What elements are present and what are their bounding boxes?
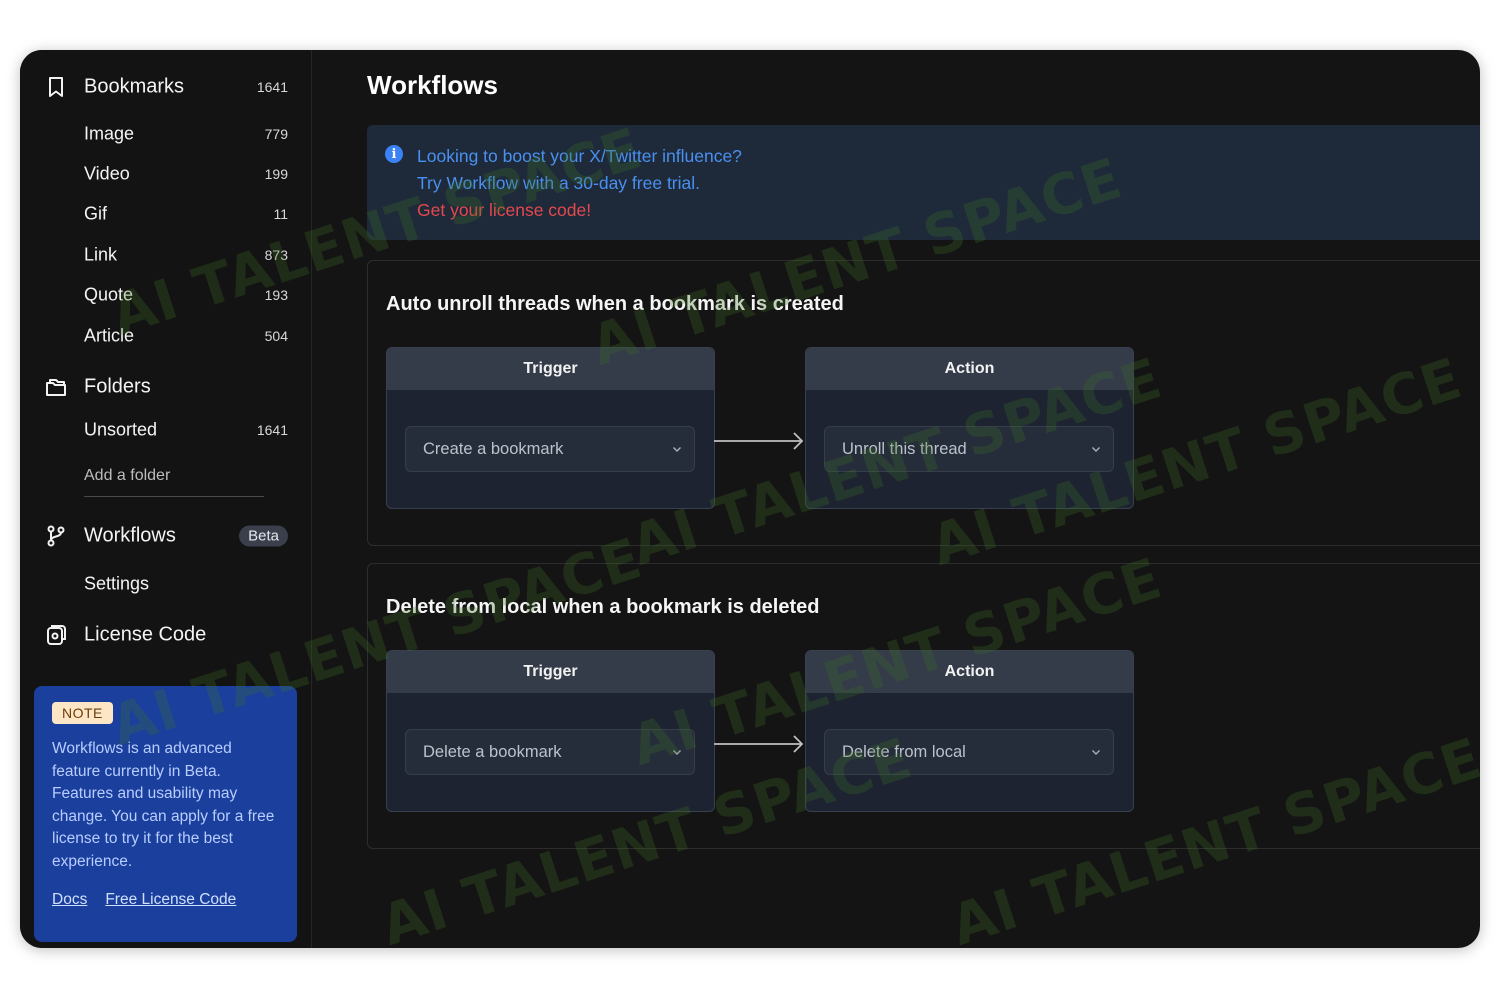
item-count: 873 [264, 247, 288, 263]
add-folder-button[interactable]: Add a folder [20, 458, 312, 494]
free-license-link[interactable]: Free License Code [105, 891, 236, 909]
add-folder-label: Add a folder [84, 467, 171, 484]
sidebar-item-unsorted[interactable]: Unsorted 1641 [20, 412, 312, 448]
note-badge: NOTE [52, 702, 113, 724]
item-count: 779 [264, 126, 288, 142]
sidebar-item-label: Workflows [84, 524, 176, 547]
docs-link[interactable]: Docs [52, 891, 87, 909]
bookmark-icon [44, 75, 68, 99]
action-box: Action Delete from local [805, 650, 1134, 812]
select-value: Delete a bookmark [423, 742, 562, 761]
sidebar-item-workflows[interactable]: Workflows Beta [20, 518, 312, 554]
action-select[interactable]: Unroll this thread [824, 426, 1114, 472]
trigger-header: Trigger [387, 348, 714, 390]
page-title: Workflows [367, 70, 498, 100]
item-count: 1641 [256, 422, 288, 438]
sidebar-item-label: License Code [84, 623, 207, 646]
license-code-link[interactable]: Get your license code! [417, 200, 591, 221]
main-content: Workflows i Looking to boost your X/Twit… [313, 50, 1480, 948]
item-count: 199 [264, 166, 288, 182]
sidebar-item-label: Gif [84, 203, 108, 224]
license-icon [44, 623, 68, 647]
trigger-box: Trigger Create a bookmark [386, 347, 715, 509]
arrow-right-icon [714, 432, 804, 450]
sidebar-item-license-code[interactable]: License Code [20, 617, 312, 653]
action-header: Action [806, 348, 1133, 390]
sidebar-item-settings[interactable]: Settings [20, 566, 312, 602]
git-branch-icon [44, 524, 68, 548]
sidebar-item-folders[interactable]: Folders [20, 369, 312, 405]
sidebar-item-gif[interactable]: Gif 11 [20, 196, 312, 232]
select-value: Unroll this thread [842, 439, 967, 458]
sidebar-item-quote[interactable]: Quote 193 [20, 277, 312, 313]
sidebar-item-label: Article [84, 325, 135, 346]
sidebar-item-label: Image [84, 123, 135, 144]
action-header: Action [806, 651, 1133, 693]
note-links: Docs Free License Code [52, 891, 279, 909]
workflow-card: Auto unroll threads when a bookmark is c… [367, 260, 1480, 546]
info-banner: i Looking to boost your X/Twitter influe… [367, 125, 1480, 240]
item-count: 11 [273, 206, 288, 222]
folders-icon [44, 375, 68, 399]
sidebar-item-image[interactable]: Image 779 [20, 116, 312, 152]
chevron-down-icon [1092, 750, 1100, 755]
sidebar-item-bookmarks[interactable]: Bookmarks 1641 [20, 69, 312, 105]
sidebar-item-link[interactable]: Link 873 [20, 237, 312, 273]
sidebar-item-video[interactable]: Video 199 [20, 156, 312, 192]
note-text: Workflows is an advanced feature current… [52, 740, 275, 870]
banner-line: Looking to boost your X/Twitter influenc… [417, 146, 742, 166]
beta-badge: Beta [239, 525, 288, 547]
trigger-header: Trigger [387, 651, 714, 693]
arrow-right-icon [714, 735, 804, 753]
item-count: 1641 [256, 79, 288, 95]
select-value: Create a bookmark [423, 439, 564, 458]
action-select[interactable]: Delete from local [824, 729, 1114, 775]
sidebar-item-label: Quote [84, 284, 134, 305]
action-box: Action Unroll this thread [805, 347, 1134, 509]
sidebar-item-label: Unsorted [84, 419, 158, 440]
app-window: Bookmarks 1641 Image 779 Video 199 Gif 1… [20, 50, 1480, 948]
item-count: 504 [264, 328, 288, 344]
sidebar: Bookmarks 1641 Image 779 Video 199 Gif 1… [20, 50, 312, 948]
workflow-card: Delete from local when a bookmark is del… [367, 563, 1480, 849]
workflow-title: Delete from local when a bookmark is del… [386, 596, 820, 618]
trigger-select[interactable]: Create a bookmark [405, 426, 695, 472]
chevron-down-icon [1092, 447, 1100, 452]
beta-note: NOTE Workflows is an advanced feature cu… [34, 686, 297, 942]
sidebar-item-label: Folders [84, 375, 151, 398]
trigger-box: Trigger Delete a bookmark [386, 650, 715, 812]
item-count: 193 [264, 287, 288, 303]
sidebar-item-label: Bookmarks [84, 75, 185, 98]
sidebar-item-label: Settings [84, 573, 150, 594]
select-value: Delete from local [842, 742, 966, 761]
sidebar-item-label: Link [84, 244, 118, 265]
add-folder-divider [84, 496, 264, 497]
trigger-select[interactable]: Delete a bookmark [405, 729, 695, 775]
chevron-down-icon [673, 447, 681, 452]
workflow-title: Auto unroll threads when a bookmark is c… [386, 293, 844, 315]
banner-line: Try Workflow with a 30-day free trial. [417, 173, 700, 193]
sidebar-item-label: Video [84, 163, 130, 184]
info-icon: i [385, 145, 403, 163]
chevron-down-icon [673, 750, 681, 755]
sidebar-item-article[interactable]: Article 504 [20, 318, 312, 354]
